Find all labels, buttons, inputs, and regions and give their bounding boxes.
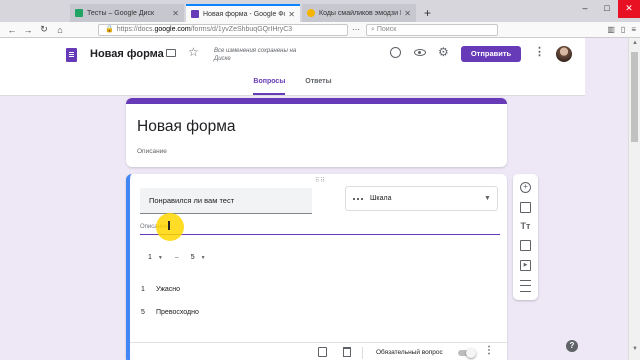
scroll-down-icon[interactable]: ▼ xyxy=(629,346,640,352)
add-section-icon[interactable] xyxy=(520,280,531,292)
tab-questions[interactable]: Вопросы xyxy=(253,77,286,95)
menu-icon[interactable]: ≡ xyxy=(631,25,636,34)
browser-tab-bar: Тесты – Google Диск ✕ Новая форма - Goog… xyxy=(0,0,640,22)
scroll-up-icon[interactable]: ▲ xyxy=(629,40,640,46)
browser-tab-emoji[interactable]: Коды смайликов эмодзи ВКон ✕ xyxy=(302,4,416,22)
tab-title: Коды смайликов эмодзи ВКон xyxy=(319,9,401,17)
page-scrollbar[interactable]: ▲ ▼ xyxy=(628,38,640,360)
form-tabs: Вопросы Ответы xyxy=(0,38,585,95)
maximize-icon[interactable]: □ xyxy=(596,0,618,18)
browser-search-input[interactable]: ⌕ Поиск xyxy=(366,23,498,36)
tab-title: Тесты – Google Диск xyxy=(87,9,155,17)
window-controls: – □ ✕ xyxy=(574,0,640,18)
browser-toolbar: ▥ ▯ ≡ xyxy=(607,25,636,34)
question-type-label: Шкала xyxy=(370,195,392,202)
scale-label-row: 5 Превосходно xyxy=(141,309,199,316)
search-placeholder: Поиск xyxy=(376,25,397,33)
scale-range-row: 1 ▼ – 5 ▼ xyxy=(148,254,218,261)
form-title-card[interactable]: Новая форма Описание xyxy=(126,98,507,167)
add-question-icon[interactable]: + xyxy=(520,182,531,193)
drive-favicon-icon xyxy=(75,9,83,17)
reload-icon[interactable]: ↻ xyxy=(36,24,52,35)
divider xyxy=(362,347,363,359)
required-toggle[interactable] xyxy=(458,348,476,358)
page-actions-icon[interactable]: ⋯ xyxy=(352,25,360,34)
import-questions-icon[interactable] xyxy=(520,202,531,213)
duplicate-icon[interactable] xyxy=(318,347,327,357)
url-host: google.com xyxy=(154,25,191,33)
close-tab-icon[interactable]: ✕ xyxy=(404,9,411,18)
scale-label-number: 1 xyxy=(141,286,145,293)
scale-label-input[interactable]: Превосходно xyxy=(156,309,199,316)
forward-icon[interactable]: → xyxy=(20,25,36,35)
browser-tab-forms[interactable]: Новая форма - Google Формы ✕ xyxy=(186,4,300,22)
back-icon[interactable]: ← xyxy=(4,25,20,35)
chevron-down-icon[interactable]: ▼ xyxy=(158,255,163,261)
scale-label-row: 1 Ужасно xyxy=(141,286,180,293)
range-to-select[interactable]: 5 xyxy=(191,254,195,261)
form-description-field[interactable]: Описание xyxy=(137,148,167,155)
close-tab-icon[interactable]: ✕ xyxy=(172,9,179,18)
mouse-highlight xyxy=(156,213,184,241)
add-image-icon[interactable] xyxy=(520,240,531,251)
url-bar[interactable]: 🔒 https://docs.google.com/forms/d/1yvZeSh… xyxy=(98,23,348,36)
form-title-heading[interactable]: Новая форма xyxy=(137,118,235,136)
text-cursor-icon xyxy=(168,221,170,230)
side-toolbar: + Tт ▶ xyxy=(513,174,538,300)
chevron-down-icon: ▼ xyxy=(484,195,491,202)
library-icon[interactable]: ▥ xyxy=(607,25,615,34)
add-title-icon[interactable]: Tт xyxy=(520,221,531,232)
browser-tab-drive[interactable]: Тесты – Google Диск ✕ xyxy=(70,4,184,22)
required-label: Обязательный вопрос xyxy=(376,349,443,356)
scrollbar-thumb[interactable] xyxy=(631,52,638,142)
scale-label-number: 5 xyxy=(141,309,145,316)
browser-nav-bar: ← → ↻ ⌂ 🔒 https://docs.google.com/forms/d… xyxy=(0,22,640,38)
question-type-select[interactable]: Шкала ▼ xyxy=(345,186,498,211)
trash-icon[interactable] xyxy=(343,347,351,357)
scale-label-input[interactable]: Ужасно xyxy=(156,286,180,293)
linear-scale-icon xyxy=(353,198,363,200)
drag-handle-icon[interactable]: ⠿⠿ xyxy=(315,177,326,184)
forms-favicon-icon xyxy=(191,10,199,18)
chevron-down-icon[interactable]: ▼ xyxy=(201,255,206,261)
lock-icon: 🔒 xyxy=(105,25,114,33)
tab-responses[interactable]: Ответы xyxy=(305,77,331,95)
question-footer: Обязательный вопрос ⋮ xyxy=(130,342,507,360)
question-title-input[interactable]: Понравился ли вам тест xyxy=(140,188,312,214)
help-icon[interactable]: ? xyxy=(566,340,578,352)
close-window-icon[interactable]: ✕ xyxy=(618,0,640,18)
minimize-icon[interactable]: – xyxy=(574,0,596,18)
home-icon[interactable]: ⌂ xyxy=(52,25,68,35)
range-dash: – xyxy=(174,254,179,261)
close-tab-icon[interactable]: ✕ xyxy=(288,10,295,19)
emoji-favicon-icon xyxy=(307,9,315,17)
url-path: /forms/d/1yvZeShbuqGQrIHryC3 xyxy=(190,25,293,33)
url-prefix: https://docs. xyxy=(116,25,155,33)
range-from-select[interactable]: 1 xyxy=(148,254,152,261)
question-card[interactable]: ⠿⠿ Понравился ли вам тест Шкала ▼ Описан… xyxy=(126,174,507,360)
sidebar-icon[interactable]: ▯ xyxy=(621,25,625,34)
new-tab-button[interactable]: + xyxy=(424,6,431,20)
tab-title: Новая форма - Google Формы xyxy=(203,10,285,18)
add-video-icon[interactable]: ▶ xyxy=(520,260,531,271)
more-vert-icon[interactable]: ⋮ xyxy=(484,345,494,356)
question-description-input[interactable]: Описание xyxy=(140,222,500,235)
